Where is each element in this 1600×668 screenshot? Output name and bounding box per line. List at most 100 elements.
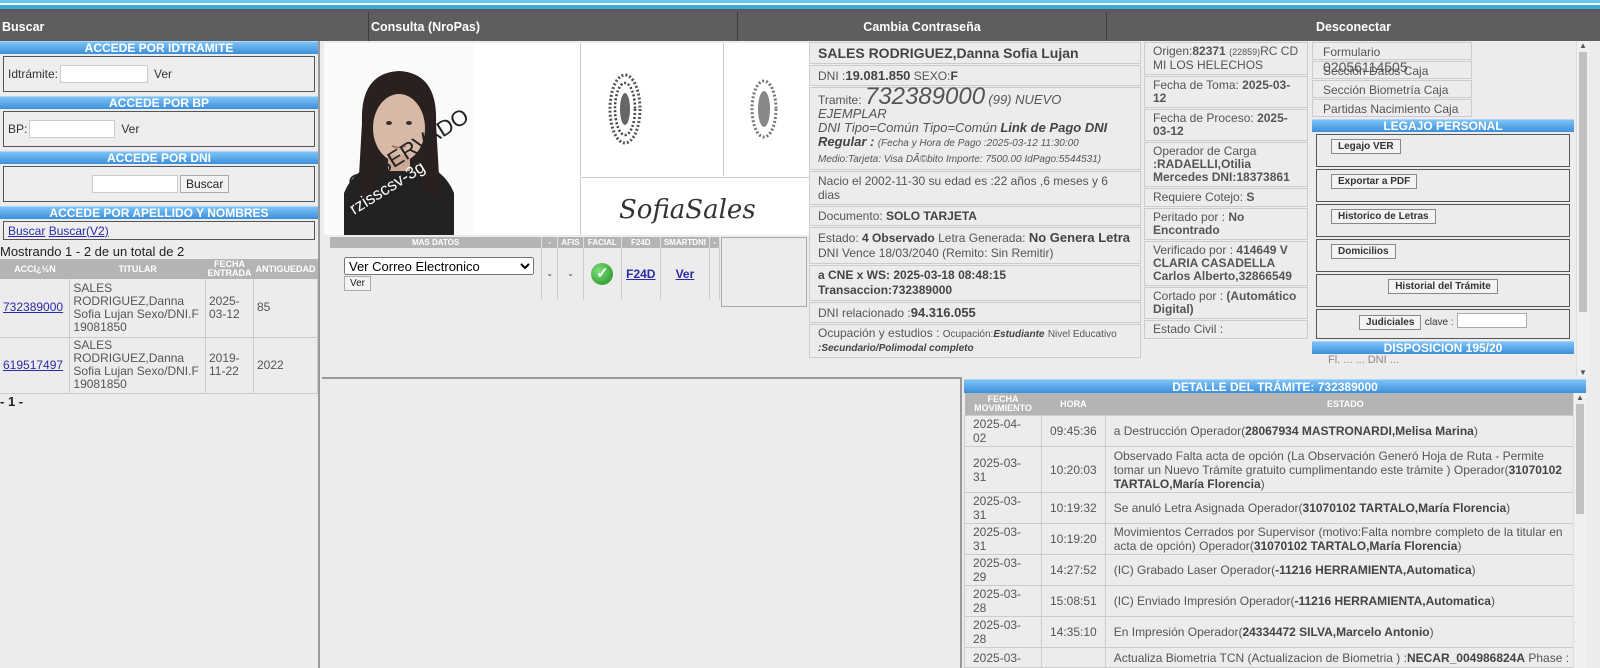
table-row: 732389000 SALES RODRIGUEZ,Danna Sofia Lu… bbox=[0, 279, 318, 338]
estado-cell: a Destrucción Operador(28067934 MASTRONA… bbox=[1104, 415, 1586, 447]
dni-input[interactable] bbox=[92, 175, 178, 193]
table-row: 619517497 SALES RODRIGUEZ,Danna Sofia Lu… bbox=[0, 337, 318, 394]
f24d-link[interactable]: F24D bbox=[626, 267, 655, 281]
table-row: 2025-03-31 10:19:32 Se anuló Letra Asignad… bbox=[964, 492, 1586, 524]
fecha-cell: 2025-04-02 bbox=[964, 415, 1042, 447]
check-icon[interactable]: ✓ bbox=[591, 263, 614, 285]
historico-letras-button[interactable]: Historico de Letras bbox=[1331, 209, 1436, 224]
idtramite-label: Idtrámite: bbox=[8, 67, 59, 81]
table-row: 2025-03-28 14:35:10 En Impresión Operador(… bbox=[964, 616, 1586, 648]
col-hora: HORA bbox=[1041, 393, 1106, 416]
results-table: ACCI¿½N TITULAR FECHA ENTRADA ANTIGUEDAD… bbox=[0, 259, 318, 394]
legajo-header: LEGAJO PERSONAL bbox=[1312, 119, 1574, 133]
seccion-biometria-link[interactable]: Sección Biometría Caja bbox=[1312, 80, 1472, 98]
biometric-area: OBSERVADO rzisscsv-3g SofiaSales bbox=[324, 43, 812, 235]
fecha-cell: 2025-03- bbox=[964, 647, 1042, 668]
buscar-link[interactable]: Buscar bbox=[8, 224, 45, 238]
documento: Documento: SOLO TARJETA bbox=[809, 206, 1141, 226]
hora-cell: 09:45:36 bbox=[1041, 415, 1106, 447]
detail-scrollbar[interactable]: ▲ bbox=[1573, 393, 1586, 668]
col-dash-2: - bbox=[709, 237, 720, 248]
nacimiento: Nacio el 2002-11-30 su edad es :22 años … bbox=[809, 171, 1141, 205]
seccion-datos-link[interactable]: Sección Datos Caja bbox=[1312, 61, 1472, 79]
apellido-header: ACCEDE POR APELLIDO Y NOMBRES bbox=[0, 206, 318, 220]
col-facial: FACIAL bbox=[583, 237, 622, 248]
hora-cell: 10:20:03 bbox=[1041, 446, 1106, 493]
top-band bbox=[0, 0, 1600, 12]
partidas-link[interactable]: Partidas Nacimiento Caja bbox=[1312, 99, 1472, 117]
mas-datos-select[interactable]: Ver Correo Electronico bbox=[344, 257, 534, 275]
buscar-v2-link[interactable]: Buscar(V2) bbox=[49, 224, 109, 238]
nav-cambia-contrasena[interactable]: Cambia Contraseña bbox=[738, 12, 1107, 41]
estado-cell: Actualiza Biometria TCN (Actualizacion d… bbox=[1104, 647, 1586, 668]
requiere-cotejo: Requiere Cotejo: S bbox=[1144, 188, 1308, 207]
legajo-ver-button[interactable]: Legajo VER bbox=[1331, 139, 1401, 154]
nav-consulta[interactable]: Consulta (NroPas) bbox=[369, 12, 738, 41]
fecha-cell: 2025-03-31 bbox=[964, 446, 1042, 493]
fecha-cell: 2025-03-29 bbox=[964, 554, 1042, 586]
fecha-cell: 2025-03-28 bbox=[964, 585, 1042, 617]
actions-panel: Formulario 02056114505 Sección Datos Caj… bbox=[1312, 41, 1574, 366]
scroll-down-icon[interactable]: ▼ bbox=[1577, 368, 1589, 377]
idtramite-input[interactable] bbox=[60, 65, 149, 83]
fecha-toma: Fecha de Toma: 2025-03-12 bbox=[1144, 76, 1308, 108]
mas-datos-table: MAS DATOS - AFIS FACIAL F24D SMARTDNI - … bbox=[330, 237, 720, 300]
estado-cell: (IC) Enviado Impresión Operador(-11216 H… bbox=[1104, 585, 1586, 617]
scroll-thumb[interactable] bbox=[1576, 404, 1584, 514]
person-info: SALES RODRIGUEZ,Danna Sofia Lujan DNI :1… bbox=[809, 41, 1141, 359]
table-row: 2025-03-31 10:19:20 Movimientos Cerrados p… bbox=[964, 523, 1586, 555]
smartdni-link[interactable]: Ver bbox=[676, 267, 695, 281]
results-count: Mostrando 1 - 2 de un total de 2 bbox=[0, 244, 185, 259]
domicilios-button[interactable]: Domicilios bbox=[1331, 244, 1396, 259]
estado-cell: En Impresión Operador(24334472 SILVA,Mar… bbox=[1104, 616, 1586, 648]
scroll-thumb[interactable] bbox=[1579, 52, 1587, 312]
ocupacion: Ocupación y estudios : Ocupación:Estudia… bbox=[809, 324, 1141, 358]
tramite-link[interactable]: 732389000 bbox=[3, 300, 63, 314]
hora-cell: 10:19:20 bbox=[1041, 523, 1106, 555]
col-accion: ACCI¿½N bbox=[0, 259, 70, 279]
verificado: Verificado por : 414649 V CLARIA CASADEL… bbox=[1144, 241, 1308, 286]
origen: Origen:82371 (22859)RC CD MI LOS HELECHO… bbox=[1144, 42, 1308, 75]
idtramite-ver-button[interactable]: Ver bbox=[154, 67, 172, 81]
bp-box: BP: Ver bbox=[3, 111, 315, 147]
clave-input[interactable] bbox=[1456, 313, 1527, 328]
tramite-detail-panel: OBSERVADO rzisscsv-3g SofiaSales MAS DAT… bbox=[322, 41, 1589, 377]
historial-tramite-button[interactable]: Historial del Trámite bbox=[1388, 279, 1498, 294]
top-nav: Buscar Consulta (NroPas) Cambia Contrase… bbox=[0, 12, 1600, 41]
table-row: 2025-03-31 10:20:03 Observado Falta acta d… bbox=[964, 446, 1586, 493]
col-fecha: FECHA ENTRADA bbox=[205, 259, 254, 279]
detalle-tramite: DETALLE DEL TRÁMITE: 732389000 FECHA MOV… bbox=[964, 379, 1586, 668]
top-scrollbar[interactable]: ▲ ▼ bbox=[1576, 41, 1589, 377]
mas-datos-ver-button[interactable]: Ver bbox=[344, 276, 372, 291]
scroll-up-icon[interactable]: ▲ bbox=[1577, 41, 1589, 50]
bottom-empty-pane bbox=[322, 377, 962, 668]
fingerprint-2 bbox=[724, 43, 812, 176]
estado-cell: (IC) Grabado Laser Operador(-11216 HERRA… bbox=[1104, 554, 1586, 586]
bp-header: ACCEDE POR BP bbox=[0, 96, 318, 110]
afis-cell: - bbox=[557, 248, 584, 300]
tramite-link[interactable]: 619517497 bbox=[3, 358, 63, 372]
estado-cell: Se anuló Letra Asignada Operador(3107010… bbox=[1104, 492, 1586, 524]
exportar-pdf-button[interactable]: Exportar a PDF bbox=[1331, 174, 1418, 189]
empty-box bbox=[721, 237, 807, 307]
disposicion-content: Fl. ... ... DNI ... bbox=[1328, 354, 1399, 366]
dni-box: Buscar bbox=[3, 166, 315, 202]
formulario: Formulario 02056114505 bbox=[1312, 42, 1472, 75]
cortado: Cortado por : (Automático Digital) bbox=[1144, 287, 1308, 319]
bp-ver-button[interactable]: Ver bbox=[121, 122, 139, 136]
estado-cell: Movimientos Cerrados por Supervisor (mot… bbox=[1104, 523, 1586, 555]
dni-relacionado: DNI relacionado :94.316.055 bbox=[809, 302, 1141, 323]
nav-buscar[interactable]: Buscar bbox=[0, 12, 369, 41]
scroll-up-icon[interactable]: ▲ bbox=[1574, 393, 1586, 402]
judiciales-button[interactable]: Judiciales bbox=[1359, 315, 1422, 330]
bp-input[interactable] bbox=[29, 120, 116, 138]
hora-cell bbox=[1041, 647, 1106, 668]
col-afis: AFIS bbox=[557, 237, 584, 248]
dni-buscar-button[interactable]: Buscar bbox=[180, 175, 230, 193]
table-row: 2025-03- Actualiza Biometria TCN (Actuali… bbox=[964, 647, 1586, 668]
col-smartdni: SMARTDNI bbox=[660, 237, 711, 248]
col-estado: ESTADO bbox=[1105, 393, 1586, 416]
dni-header: ACCEDE POR DNI bbox=[0, 151, 318, 165]
person-name: SALES RODRIGUEZ,Danna Sofia Lujan bbox=[809, 42, 1141, 64]
nav-desconectar[interactable]: Desconectar bbox=[1107, 12, 1600, 41]
